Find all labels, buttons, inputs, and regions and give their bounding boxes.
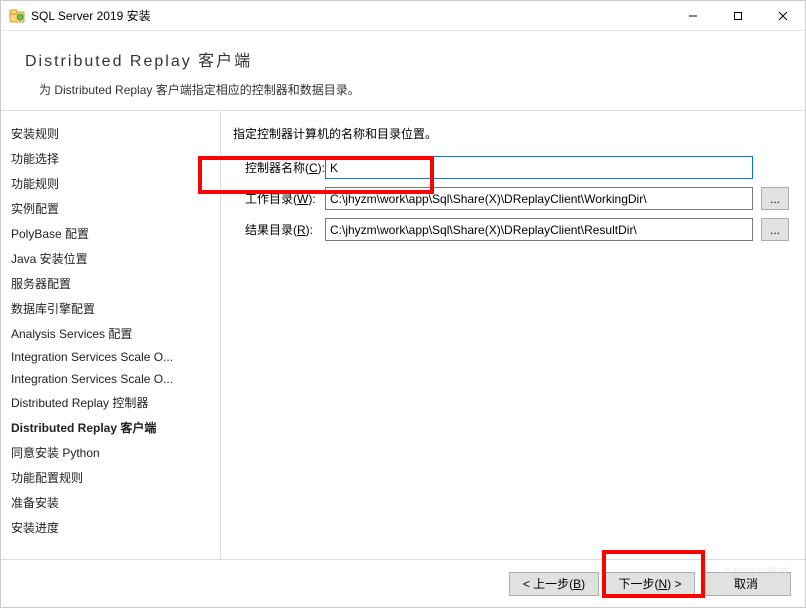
- working-dir-label: 工作目录(W):: [233, 190, 325, 207]
- title-bar: SQL Server 2019 安装: [1, 1, 805, 31]
- app-icon: [9, 8, 25, 24]
- sidebar-step-6[interactable]: 服务器配置: [11, 271, 214, 296]
- page-header: Distributed Replay 客户端 为 Distributed Rep…: [1, 31, 805, 111]
- cancel-button[interactable]: 取消: [701, 572, 791, 596]
- controller-name-input[interactable]: [325, 156, 753, 179]
- working-dir-input[interactable]: [325, 187, 753, 210]
- content-description: 指定控制器计算机的名称和目录位置。: [233, 125, 789, 142]
- sidebar-step-15[interactable]: 准备安装: [11, 490, 214, 515]
- body-area: 安装规则功能选择功能规则实例配置PolyBase 配置Java 安装位置服务器配…: [1, 111, 805, 559]
- sidebar-step-14[interactable]: 功能配置规则: [11, 465, 214, 490]
- sidebar-step-1[interactable]: 功能选择: [11, 146, 214, 171]
- maximize-button[interactable]: [715, 1, 760, 30]
- minimize-button[interactable]: [670, 1, 715, 30]
- content-pane: 指定控制器计算机的名称和目录位置。 控制器名称(C): 工作目录(W): ...: [221, 111, 805, 559]
- working-dir-browse-button[interactable]: ...: [761, 187, 789, 210]
- sidebar-step-3[interactable]: 实例配置: [11, 196, 214, 221]
- page-title: Distributed Replay 客户端: [25, 47, 781, 71]
- sidebar-step-13[interactable]: 同意安装 Python: [11, 440, 214, 465]
- sidebar-step-0[interactable]: 安装规则: [11, 121, 214, 146]
- page-description: 为 Distributed Replay 客户端指定相应的控制器和数据目录。: [25, 81, 781, 98]
- working-dir-row: 工作目录(W): ...: [233, 187, 789, 210]
- sidebar-step-8[interactable]: Analysis Services 配置: [11, 321, 214, 346]
- sidebar-step-16[interactable]: 安装进度: [11, 515, 214, 540]
- sidebar-step-5[interactable]: Java 安装位置: [11, 246, 214, 271]
- installer-window: SQL Server 2019 安装 Distributed Replay 客户…: [0, 0, 806, 608]
- step-sidebar: 安装规则功能选择功能规则实例配置PolyBase 配置Java 安装位置服务器配…: [1, 111, 221, 559]
- next-button[interactable]: 下一步(N) >: [605, 572, 695, 596]
- back-button[interactable]: < 上一步(B): [509, 572, 599, 596]
- controller-name-label: 控制器名称(C):: [233, 159, 325, 176]
- sidebar-step-10[interactable]: Integration Services Scale O...: [11, 368, 214, 390]
- sidebar-step-4[interactable]: PolyBase 配置: [11, 221, 214, 246]
- sidebar-step-2[interactable]: 功能规则: [11, 171, 214, 196]
- controller-name-row: 控制器名称(C):: [233, 156, 789, 179]
- sidebar-step-11[interactable]: Distributed Replay 控制器: [11, 390, 214, 415]
- footer-bar: < 上一步(B) 下一步(N) > 取消: [1, 559, 805, 607]
- window-title: SQL Server 2019 安装: [31, 7, 670, 24]
- window-controls: [670, 1, 805, 30]
- sidebar-step-9[interactable]: Integration Services Scale O...: [11, 346, 214, 368]
- result-dir-browse-button[interactable]: ...: [761, 218, 789, 241]
- result-dir-row: 结果目录(R): ...: [233, 218, 789, 241]
- result-dir-input[interactable]: [325, 218, 753, 241]
- close-button[interactable]: [760, 1, 805, 30]
- result-dir-label: 结果目录(R):: [233, 221, 325, 238]
- sidebar-step-12[interactable]: Distributed Replay 客户端: [11, 415, 214, 440]
- sidebar-step-7[interactable]: 数据库引擎配置: [11, 296, 214, 321]
